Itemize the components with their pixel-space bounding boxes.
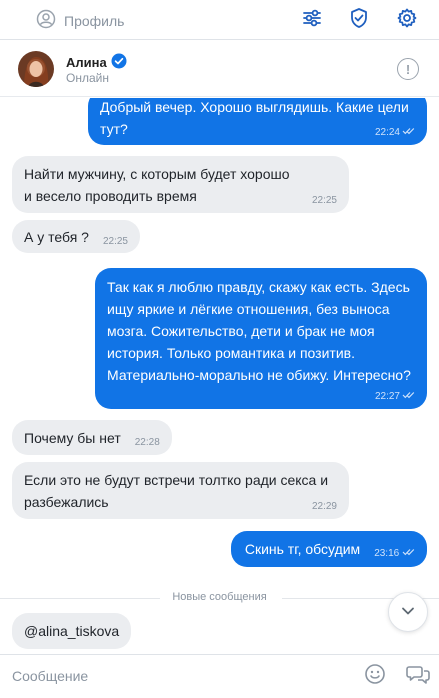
chat-bubbles-icon — [406, 663, 430, 690]
info-icon: ! — [405, 61, 411, 77]
new-messages-label: Новые сообщения — [172, 591, 267, 603]
emoji-button[interactable] — [363, 663, 387, 690]
settings-icon — [396, 7, 418, 34]
settings-button[interactable] — [393, 6, 421, 34]
message-list[interactable]: Добрый вечер. Хорошо выглядишь. Какие це… — [0, 98, 439, 654]
message-time: 22:25 — [311, 195, 337, 206]
verified-icon — [111, 53, 127, 72]
new-messages-divider: Новые сообщения — [0, 591, 439, 605]
contact-name: Алина — [66, 53, 127, 72]
templates-button[interactable] — [406, 664, 430, 688]
message-text: Скинь тг, обсудим — [244, 541, 361, 557]
double-check-icon — [402, 127, 415, 139]
message-time: 22:28 — [134, 437, 160, 448]
top-bar: Профиль — [0, 0, 439, 40]
message-time: 23:16 — [374, 548, 415, 560]
message-time: 22:24 — [375, 127, 415, 139]
message-incoming[interactable]: Почему бы нет 22:28 — [12, 420, 172, 455]
message-incoming[interactable]: Найти мужчину, с которым будет хорошо и … — [12, 156, 349, 213]
scroll-down-button[interactable] — [388, 592, 428, 632]
chevron-down-icon — [400, 603, 416, 621]
message-text: Добрый вечер. Хорошо выглядишь. Какие це… — [100, 99, 409, 137]
message-text: Если это не будут встречи толтко ради се… — [24, 472, 329, 510]
info-button[interactable]: ! — [397, 58, 419, 80]
double-check-icon — [402, 548, 415, 559]
message-time-text: 23:16 — [374, 548, 400, 559]
message-outgoing[interactable]: Добрый вечер. Хорошо выглядишь. Какие це… — [88, 98, 427, 145]
chat-header: Алина Онлайн ! — [0, 41, 439, 97]
message-text: @alina_tiskova — [24, 623, 120, 639]
message-time-text: 22:27 — [374, 391, 400, 402]
message-input[interactable] — [0, 655, 350, 697]
shield-icon — [348, 7, 370, 34]
message-time: 22:25 — [102, 236, 128, 247]
message-incoming[interactable]: @alina_tiskova — [12, 613, 132, 649]
safety-button[interactable] — [345, 6, 373, 34]
message-text: Найти мужчину, с которым будет хорошо и … — [24, 166, 290, 204]
message-incoming[interactable]: Если это не будут встречи толтко ради се… — [12, 462, 349, 519]
avatar[interactable] — [18, 51, 54, 87]
message-time: 22:29 — [311, 501, 337, 512]
profile-link[interactable]: Профиль — [36, 9, 124, 32]
message-time: 22:27 — [375, 391, 415, 403]
emoji-icon — [364, 663, 386, 690]
contact-status: Онлайн — [66, 71, 109, 85]
message-incoming[interactable]: А у тебя ? 22:25 — [12, 220, 140, 253]
profile-icon — [36, 9, 56, 32]
contact-name-text: Алина — [66, 55, 107, 70]
message-text: Так как я люблю правду, скажу как есть. … — [107, 279, 411, 383]
message-time-text: 22:24 — [374, 127, 400, 138]
message-text: Почему бы нет — [24, 430, 121, 446]
profile-label: Профиль — [64, 12, 125, 29]
filters-icon — [301, 7, 323, 34]
message-outgoing[interactable]: Так как я люблю правду, скажу как есть. … — [95, 268, 427, 409]
message-composer — [0, 654, 439, 698]
message-outgoing[interactable]: Скинь тг, обсудим 23:16 — [230, 531, 427, 567]
double-check-icon — [402, 391, 415, 403]
message-text: А у тебя ? — [24, 229, 89, 245]
filters-button[interactable] — [298, 6, 326, 34]
